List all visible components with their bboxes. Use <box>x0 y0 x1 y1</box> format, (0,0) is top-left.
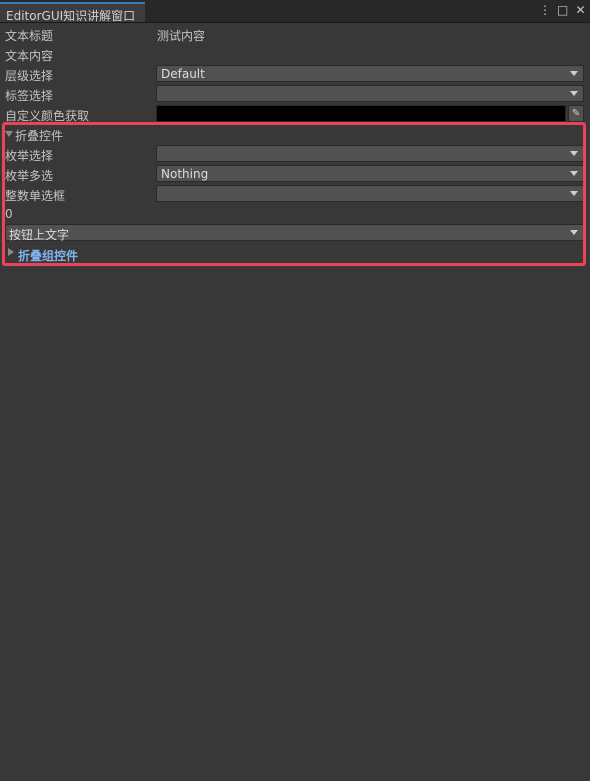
chevron-down-icon <box>570 171 578 176</box>
button-dropdown-label: 按钮上文字 <box>9 228 70 242</box>
chevron-down-icon <box>570 71 578 76</box>
enum-label: 枚举选择 <box>5 149 54 163</box>
int-value-row: 0 <box>0 204 590 224</box>
tag-row: 标签选择 <box>0 84 590 104</box>
enum-flags-dropdown[interactable]: Nothing <box>156 165 584 182</box>
enum-flags-row: 枚举多选 Nothing <box>0 164 590 184</box>
color-row: 自定义颜色获取 ✎ <box>0 104 590 124</box>
foldout-expanded-arrow-icon[interactable] <box>5 131 13 137</box>
int-popup-dropdown[interactable] <box>156 185 584 202</box>
tag-label: 标签选择 <box>5 89 54 103</box>
enum-dropdown[interactable] <box>156 145 584 162</box>
chevron-down-icon <box>570 230 578 235</box>
color-label: 自定义颜色获取 <box>5 109 90 123</box>
int-value: 0 <box>5 207 13 221</box>
layer-dropdown-value: Default <box>161 67 205 81</box>
close-icon[interactable]: ✕ <box>575 3 586 17</box>
window-tab-title: EditorGUI知识讲解窗口 <box>6 9 136 23</box>
enum-row: 枚举选择 <box>0 144 590 164</box>
foldout-group-label: 折叠组控件 <box>18 249 79 263</box>
layer-dropdown[interactable]: Default <box>156 65 584 82</box>
tag-dropdown[interactable] <box>156 85 584 102</box>
eyedropper-icon[interactable]: ✎ <box>568 105 584 122</box>
text-content-row: 文本内容 <box>0 44 590 64</box>
button-dropdown-row: 按钮上文字 <box>0 223 590 243</box>
text-title-row: 文本标题 测试内容 <box>0 24 590 44</box>
enum-flags-label: 枚举多选 <box>5 169 54 183</box>
window-controls: ⋮ □ ✕ <box>539 3 586 17</box>
window-titlebar: EditorGUI知识讲解窗口 ⋮ □ ✕ <box>0 0 590 23</box>
foldout-label: 折叠控件 <box>15 129 64 143</box>
text-content-label: 文本内容 <box>5 49 54 63</box>
int-popup-row: 整数单选框 <box>0 184 590 204</box>
text-title-label: 文本标题 <box>5 29 54 43</box>
maximize-icon[interactable]: □ <box>557 3 568 17</box>
color-field[interactable] <box>156 105 566 122</box>
foldout-collapsed-arrow-icon[interactable] <box>8 248 14 256</box>
foldout-header[interactable]: 折叠控件 <box>0 124 590 144</box>
enum-flags-dropdown-value: Nothing <box>161 167 209 181</box>
chevron-down-icon <box>570 151 578 156</box>
more-vert-icon[interactable]: ⋮ <box>539 3 551 17</box>
chevron-down-icon <box>570 91 578 96</box>
int-popup-label: 整数单选框 <box>5 189 66 203</box>
window-tab[interactable]: EditorGUI知识讲解窗口 <box>0 2 145 23</box>
text-title-value[interactable]: 测试内容 <box>157 27 205 44</box>
chevron-down-icon <box>570 191 578 196</box>
layer-row: 层级选择 Default <box>0 64 590 84</box>
foldout-group-header[interactable]: 折叠组控件 <box>0 244 590 264</box>
button-dropdown[interactable]: 按钮上文字 <box>5 224 584 242</box>
layer-label: 层级选择 <box>5 69 54 83</box>
